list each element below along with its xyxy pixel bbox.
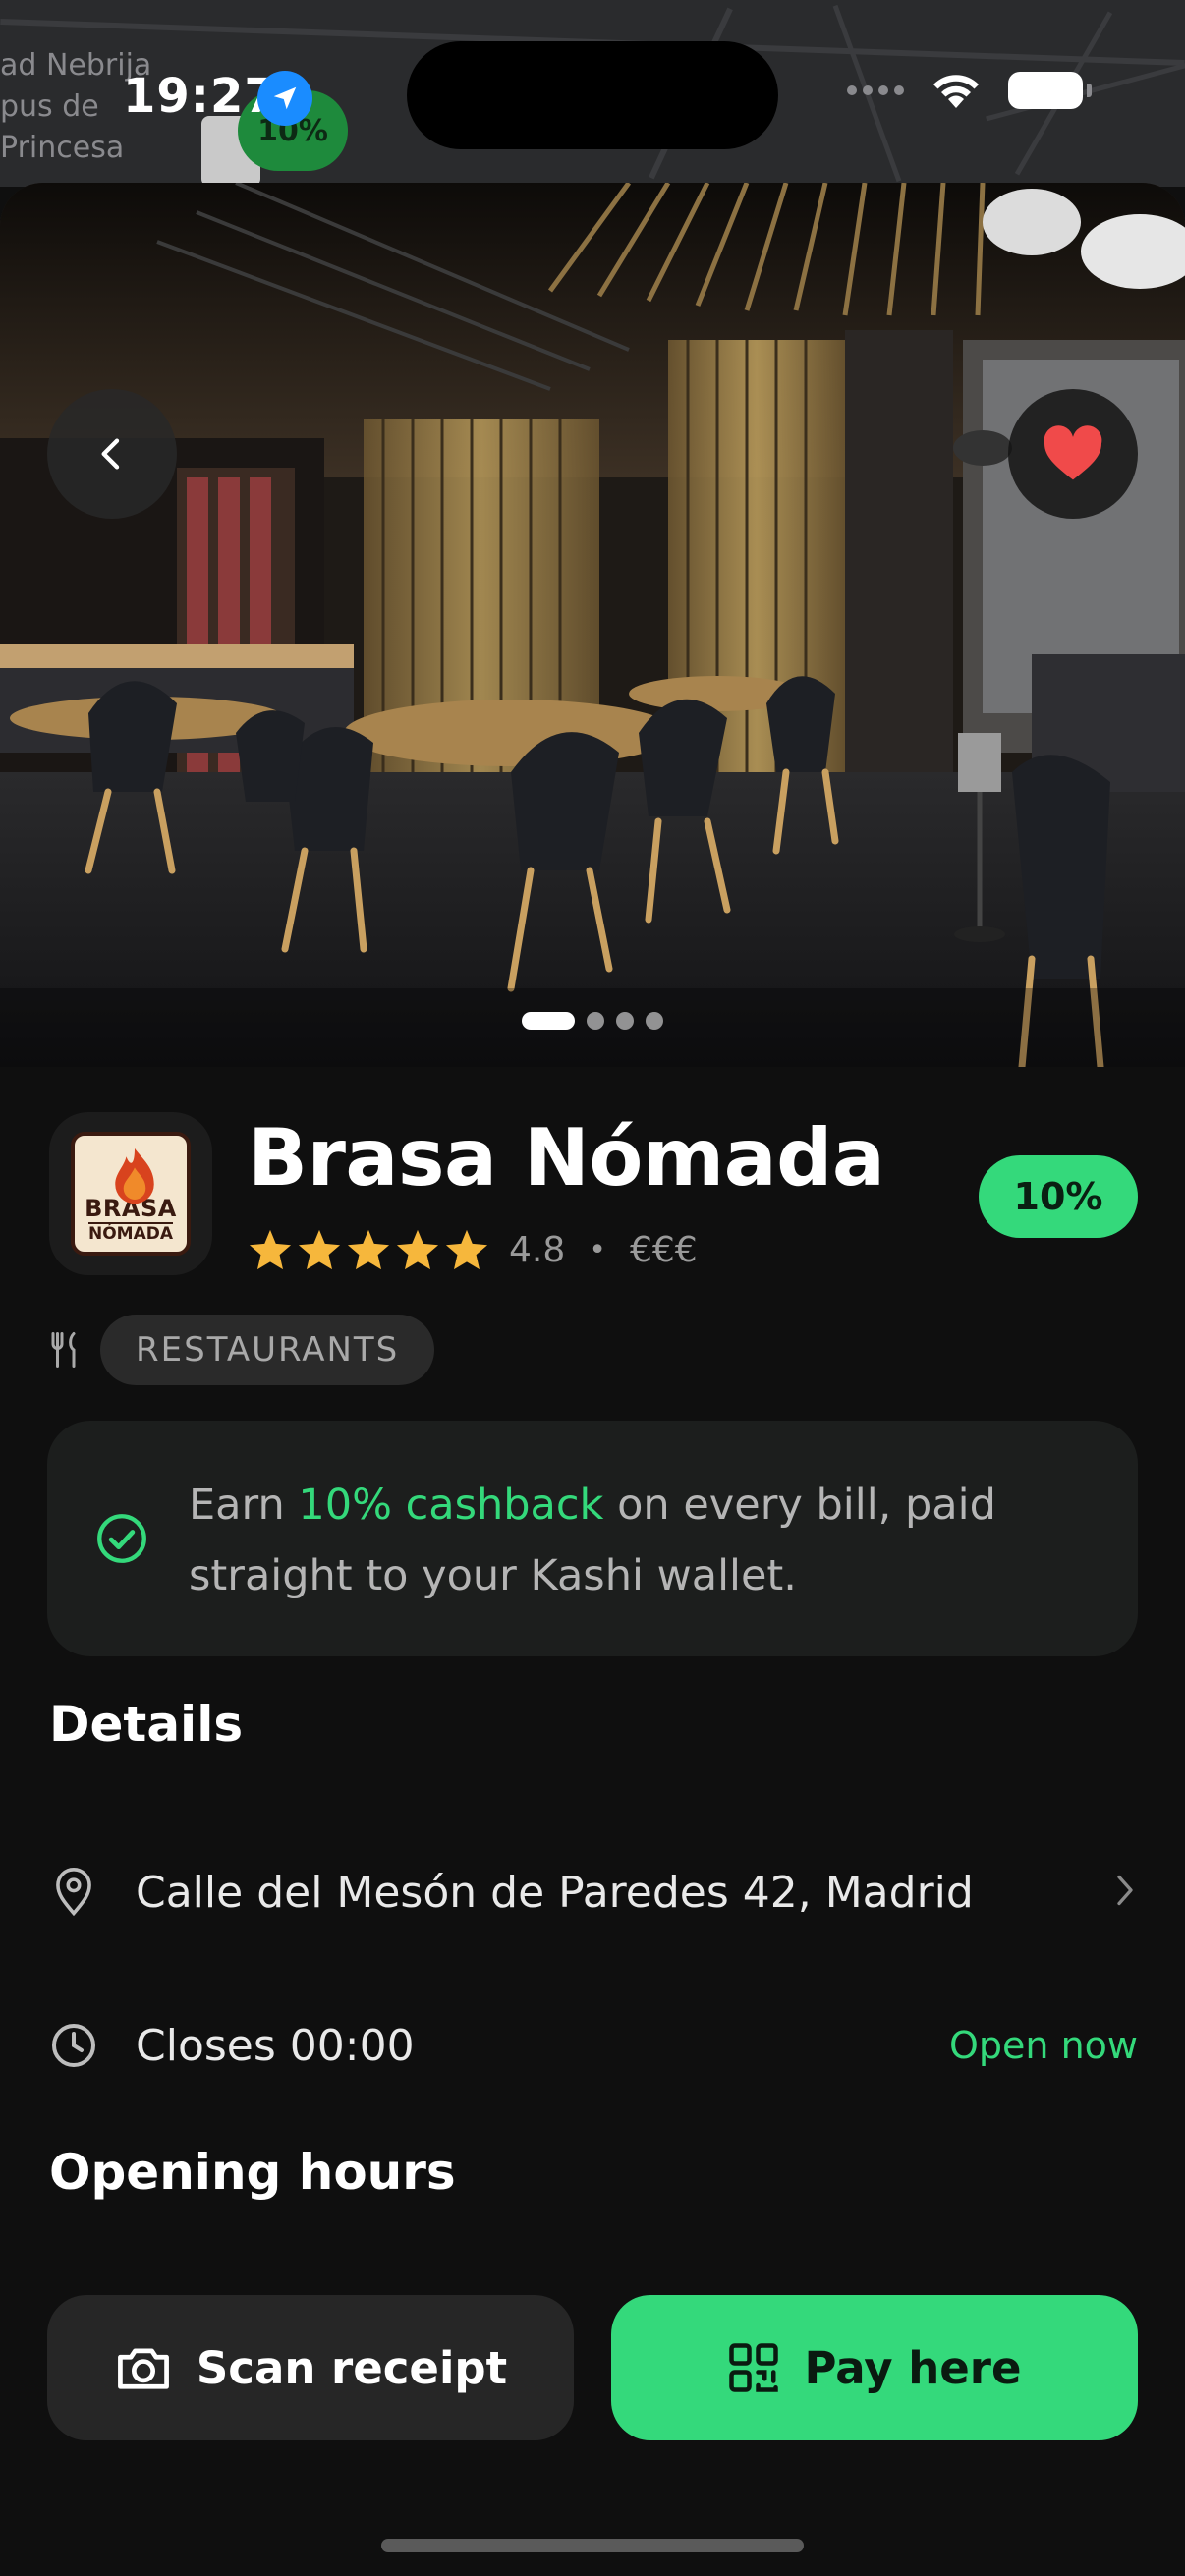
scan-receipt-label: Scan receipt xyxy=(196,2341,508,2394)
closing-time: Closes 00:00 xyxy=(136,2020,415,2071)
map-pin-icon xyxy=(56,1868,91,1917)
info-text-prefix: Earn xyxy=(189,1481,299,1530)
check-circle-icon xyxy=(97,1514,146,1563)
star-icon xyxy=(249,1229,292,1270)
star-icon xyxy=(298,1229,341,1270)
heart-icon xyxy=(1044,425,1102,480)
pager-dot[interactable] xyxy=(616,1012,634,1030)
map-label: pus de xyxy=(0,89,99,124)
fork-knife-icon xyxy=(51,1332,76,1368)
logo-text: NÓMADA xyxy=(87,1222,174,1245)
battery-icon xyxy=(1008,72,1092,109)
restaurant-logo: BRASA NÓMADA xyxy=(49,1112,212,1275)
cashback-highlight: 10% cashback xyxy=(298,1481,604,1530)
clock-icon xyxy=(52,2024,95,2067)
wifi-icon xyxy=(933,75,979,108)
dynamic-island xyxy=(407,41,778,149)
favorite-button[interactable] xyxy=(1008,389,1138,519)
star-rating xyxy=(248,1228,489,1271)
pager-dot[interactable] xyxy=(646,1012,663,1030)
chevron-right-icon xyxy=(1117,1875,1133,1906)
rating-row: 4.8 • €€€ xyxy=(248,1228,698,1271)
hours-row[interactable]: Closes 00:00 Open now xyxy=(49,2006,1138,2085)
star-icon xyxy=(445,1229,488,1270)
cashback-info-text: Earn 10% cashback on every bill, paid st… xyxy=(189,1470,1073,1611)
pay-here-label: Pay here xyxy=(804,2341,1022,2394)
category-row: RESTAURANTS xyxy=(47,1315,435,1385)
home-indicator[interactable] xyxy=(381,2539,804,2552)
price-level: €€€ xyxy=(629,1229,698,1270)
opening-hours-title: Opening hours xyxy=(49,2144,456,2201)
category-tag[interactable]: RESTAURANTS xyxy=(100,1315,435,1385)
separator-dot: • xyxy=(589,1232,606,1267)
chevron-left-icon xyxy=(101,438,120,470)
open-status: Open now xyxy=(949,2024,1138,2067)
pay-here-button[interactable]: Pay here xyxy=(611,2295,1138,2440)
status-time: 19:27 xyxy=(123,69,278,124)
location-arrow-icon xyxy=(257,71,312,126)
cashback-badge: 10% xyxy=(979,1155,1138,1238)
address-row[interactable]: Calle del Mesón de Paredes 42, Madrid xyxy=(49,1853,1138,1932)
cashback-info-card: Earn 10% cashback on every bill, paid st… xyxy=(47,1421,1138,1656)
camera-icon xyxy=(117,2348,169,2389)
star-icon xyxy=(347,1229,390,1270)
address-text: Calle del Mesón de Paredes 42, Madrid xyxy=(136,1867,974,1918)
signal-icon xyxy=(847,85,904,95)
back-button[interactable] xyxy=(47,389,177,519)
image-pager[interactable] xyxy=(0,1012,1185,1030)
pager-dot-active[interactable] xyxy=(522,1012,575,1030)
qr-code-icon xyxy=(729,2343,779,2392)
flame-icon xyxy=(115,1148,154,1204)
map-label: Princesa xyxy=(0,131,125,165)
scan-receipt-button[interactable]: Scan receipt xyxy=(47,2295,574,2440)
pager-dot[interactable] xyxy=(587,1012,604,1030)
hero-image[interactable] xyxy=(0,183,1185,1067)
restaurant-name: Brasa Nómada xyxy=(248,1112,885,1204)
details-title: Details xyxy=(49,1696,244,1753)
status-icons xyxy=(847,71,1092,110)
rating-value: 4.8 xyxy=(509,1229,566,1270)
star-icon xyxy=(396,1229,439,1270)
